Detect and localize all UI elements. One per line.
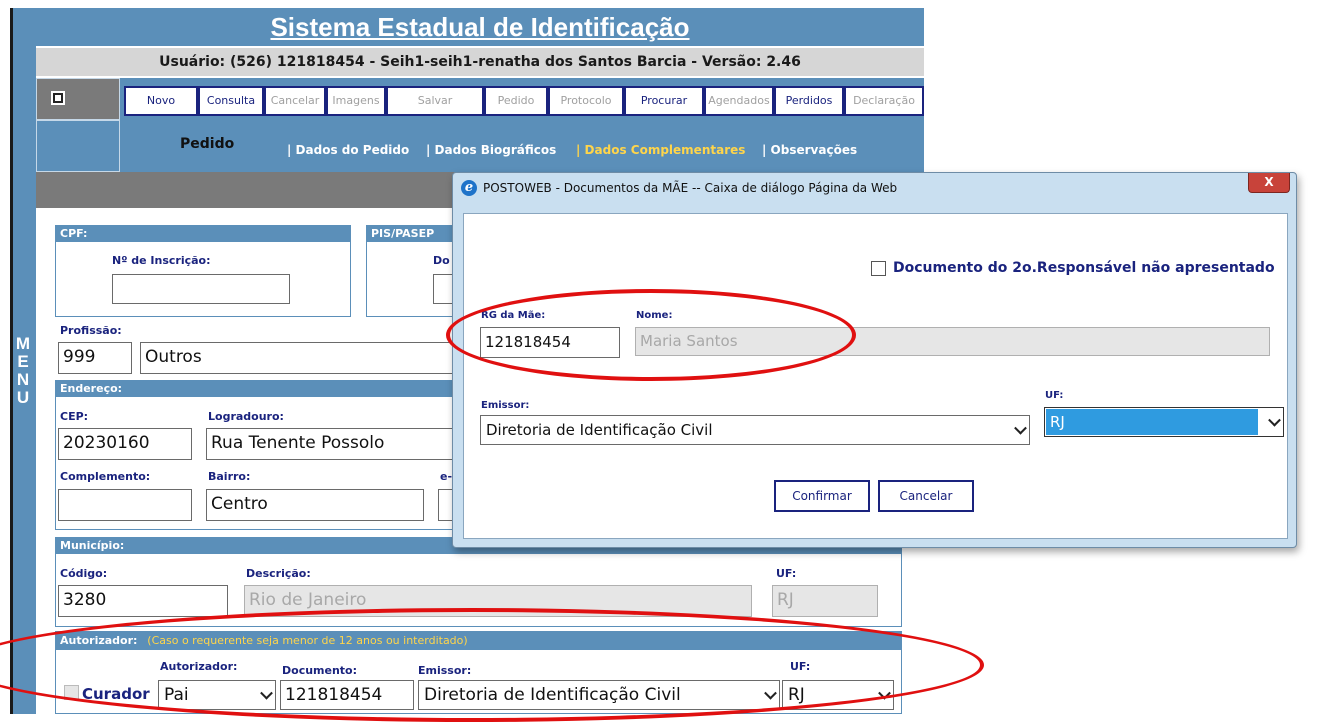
rg-mae-label: RG da Mãe: xyxy=(481,310,546,321)
pis-header: PIS/PASEP xyxy=(367,226,465,242)
window-icon[interactable] xyxy=(51,91,65,105)
autorizador-select[interactable]: Pai xyxy=(158,680,276,710)
codigo-label: Código: xyxy=(60,567,108,580)
bairro-input[interactable]: Centro xyxy=(206,489,424,521)
autorizador-note: (Caso o requerente seja menor de 12 anos… xyxy=(147,634,468,647)
autorizador-uf-value: RJ xyxy=(788,685,805,705)
emissor-label: Emissor: xyxy=(418,664,472,677)
documentos-mae-dialog: e POSTOWEB - Documentos da MÃE -- Caixa … xyxy=(452,172,1297,548)
procurar-button[interactable]: Procurar xyxy=(624,86,704,116)
app-title: Sistema Estadual de Identificação xyxy=(270,12,690,42)
municipio-uf-input[interactable]: RJ xyxy=(772,585,878,617)
complemento-input[interactable] xyxy=(58,489,192,521)
toolbar-icon-cell[interactable] xyxy=(36,78,120,120)
user-info: Usuário: (526) 121818454 - Seih1-seih1-r… xyxy=(36,48,924,76)
autorizador-header-label: Autorizador: xyxy=(60,634,138,647)
documento-input[interactable]: 121818454 xyxy=(280,680,414,710)
tab-dados-biograficos[interactable]: | Dados Biográficos xyxy=(426,143,556,157)
cancelar-button[interactable]: Cancelar xyxy=(264,86,326,116)
chevron-down-icon xyxy=(1268,413,1281,427)
bairro-label: Bairro: xyxy=(208,470,251,483)
nome-input[interactable]: Maria Santos xyxy=(635,327,1270,356)
autorizador-value: Pai xyxy=(164,685,189,705)
municipio-codigo-input[interactable]: 3280 xyxy=(58,585,228,617)
tab-dados-complementares[interactable]: | Dados Complementares xyxy=(576,143,745,157)
dialog-emissor-select[interactable]: Diretoria de Identificação Civil xyxy=(480,415,1030,445)
profissao-label: Profissão: xyxy=(60,324,122,337)
protocolo-button[interactable]: Protocolo xyxy=(548,86,624,116)
curador-label: Curador xyxy=(82,685,150,703)
app-title-bar: Sistema Estadual de Identificação xyxy=(36,8,924,46)
consulta-button[interactable]: Consulta xyxy=(198,86,264,116)
tab-row-left-cell xyxy=(36,120,120,172)
complemento-label: Complemento: xyxy=(60,470,151,483)
dialog-title-bar[interactable]: e POSTOWEB - Documentos da MÃE -- Caixa … xyxy=(453,173,1296,205)
municipio-descricao-input[interactable]: Rio de Janeiro xyxy=(244,585,752,617)
cpf-header: CPF: xyxy=(56,226,350,242)
cep-input[interactable]: 20230160 xyxy=(58,428,192,460)
autorizador-uf-label: UF: xyxy=(790,660,811,673)
autorizador-header: Autorizador: (Caso o requerente seja men… xyxy=(56,632,901,650)
documento-label: Documento: xyxy=(282,664,358,677)
agendados-button[interactable]: Agendados xyxy=(704,86,774,116)
pedido-button[interactable]: Pedido xyxy=(484,86,548,116)
dialog-uf-label: UF: xyxy=(1045,390,1064,401)
menu-letter: M xyxy=(15,334,31,353)
inscricao-label: Nº de Inscrição: xyxy=(112,254,211,267)
responsavel-checkbox[interactable] xyxy=(871,261,886,276)
confirmar-button[interactable]: Confirmar xyxy=(774,480,870,512)
tab-dados-do-pedido[interactable]: | Dados do Pedido xyxy=(287,143,409,157)
emissor-value: Diretoria de Identificação Civil xyxy=(424,685,681,705)
menu-label[interactable]: M E N U xyxy=(12,335,34,407)
chevron-down-icon xyxy=(1014,421,1027,435)
ie-logo-icon: e xyxy=(461,180,477,196)
close-button[interactable]: X xyxy=(1248,173,1290,193)
logradouro-label: Logradouro: xyxy=(208,410,284,423)
menu-letter: N xyxy=(16,370,30,389)
cancelar-dialog-button[interactable]: Cancelar xyxy=(878,480,974,512)
municipio-uf-label: UF: xyxy=(776,567,797,580)
dialog-body: Documento do 2o.Responsável não apresent… xyxy=(463,213,1288,539)
pis-doc-label: Do xyxy=(433,254,450,267)
side-menu[interactable]: M E N U xyxy=(0,0,36,714)
dialog-title: POSTOWEB - Documentos da MÃE -- Caixa de… xyxy=(483,181,898,195)
dialog-uf-select[interactable]: RJ xyxy=(1044,407,1284,437)
menu-letter: E xyxy=(17,352,29,371)
cep-label: CEP: xyxy=(60,410,89,423)
menu-letter: U xyxy=(16,388,30,407)
toolbar: Novo Consulta Cancelar Imagens Salvar Pe… xyxy=(120,78,924,120)
profissao-code-input[interactable]: 999 xyxy=(58,342,132,374)
section-title: Pedido xyxy=(180,136,235,152)
autorizador-label: Autorizador: xyxy=(160,660,238,673)
profissao-name-input[interactable]: Outros xyxy=(140,342,470,374)
tab-observacoes[interactable]: | Observações xyxy=(762,143,857,157)
chevron-down-icon xyxy=(764,686,777,700)
declaracao-button[interactable]: Declaração xyxy=(844,86,924,116)
salvar-button[interactable]: Salvar xyxy=(386,86,484,116)
curador-checkbox[interactable] xyxy=(64,685,79,700)
chevron-down-icon xyxy=(260,686,273,700)
perdidos-button[interactable]: Perdidos xyxy=(774,86,844,116)
responsavel-checkbox-label: Documento do 2o.Responsável não apresent… xyxy=(893,260,1275,276)
rg-mae-input[interactable]: 121818454 xyxy=(480,327,620,358)
imagens-button[interactable]: Imagens xyxy=(326,86,386,116)
email-label: e- xyxy=(440,470,453,483)
novo-button[interactable]: Novo xyxy=(124,86,198,116)
nome-label: Nome: xyxy=(636,310,673,321)
cpf-inscricao-input[interactable] xyxy=(112,274,290,304)
endereco-header: Endereço: xyxy=(56,381,464,397)
logradouro-input[interactable]: Rua Tenente Possolo xyxy=(206,428,468,460)
dialog-emissor-value: Diretoria de Identificação Civil xyxy=(486,421,713,439)
chevron-down-icon xyxy=(878,686,891,700)
dialog-uf-value: RJ xyxy=(1046,409,1258,435)
autorizador-uf-select[interactable]: RJ xyxy=(782,680,894,710)
dialog-emissor-label: Emissor: xyxy=(481,400,530,411)
emissor-select[interactable]: Diretoria de Identificação Civil xyxy=(418,680,780,710)
descricao-label: Descrição: xyxy=(246,567,311,580)
